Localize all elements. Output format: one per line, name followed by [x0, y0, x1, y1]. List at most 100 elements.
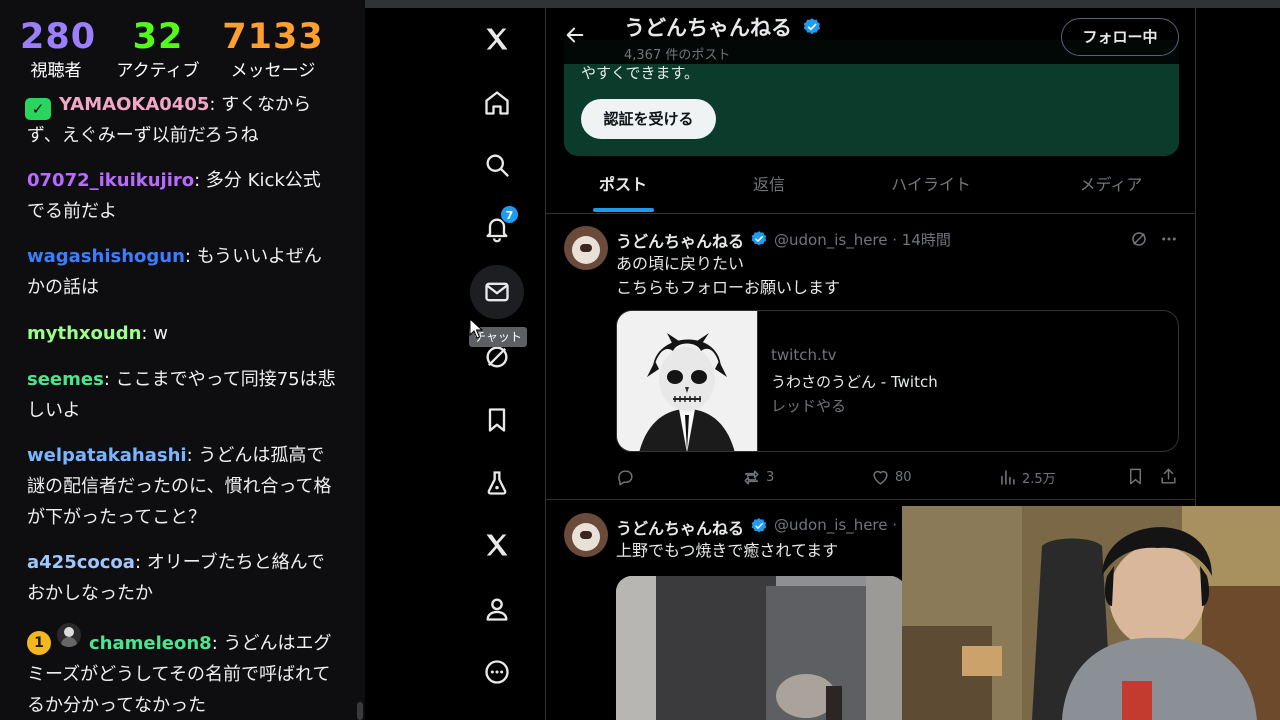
message-count-value: 7133	[222, 17, 324, 57]
chat-message: mythxoudn: w	[27, 318, 337, 349]
viewer-count-label: 視聴者	[30, 61, 82, 81]
chat-message: welpatakahashi: うどんは孤高で謎の配信者だったのに、慣れ合って格…	[27, 440, 337, 533]
tweet-text: あの頃に戻りたい こちらもフォローお願いします	[616, 252, 840, 300]
chat-separator: :	[211, 633, 224, 654]
bookmarks-icon[interactable]	[465, 395, 529, 445]
chat-message: ✓ YAMAOKA0405: すくなからず、えぐみーず以前だろうね	[25, 89, 337, 151]
chat-separator: :	[186, 445, 199, 466]
verified-badge-icon	[751, 518, 767, 533]
tweet[interactable]: うどんちゃんねる @udon_is_here · 14時間 あの頃に戻りたい こ…	[546, 214, 1195, 500]
tweet-line: 上野でもつ焼きで癒されてます	[616, 541, 839, 560]
active-count-label: アクティブ	[116, 61, 200, 81]
verified-badge-icon	[803, 18, 820, 35]
chat-username[interactable]: welpatakahashi	[27, 445, 187, 466]
following-button[interactable]: フォロー中	[1061, 18, 1179, 56]
x-premium-icon[interactable]	[465, 520, 529, 570]
profile-tabs: ポスト 返信 ハイライト メディア	[546, 162, 1195, 214]
chat-username[interactable]: 07072_ikuikujiro	[27, 170, 194, 191]
chat-message: seemes: ここまでやって同接75は悲しいよ	[27, 364, 337, 426]
stream-stats: 280 視聴者 32 アクティブ 7133 メッセージ	[0, 0, 365, 96]
chat-separator: :	[184, 246, 197, 267]
view-count: 2.5万	[1022, 471, 1056, 487]
chat-username[interactable]: YAMAOKA0405	[59, 94, 209, 115]
active-count: 32 アクティブ	[108, 16, 208, 84]
viewer-count: 280 視聴者	[20, 16, 97, 84]
promo-text: やすくできます。	[581, 64, 700, 82]
like-count: 80	[895, 469, 912, 485]
tweet-author-name[interactable]: うどんちゃんねる	[616, 228, 744, 252]
home-icon[interactable]	[465, 78, 529, 128]
chat-separator: :	[103, 369, 116, 390]
gift-badge-icon: 1	[27, 631, 51, 655]
chat-username[interactable]: chameleon8	[89, 633, 212, 654]
bookmark-icon[interactable]	[1126, 467, 1145, 486]
more-options-icon[interactable]	[1159, 230, 1179, 248]
verified-badge-icon	[751, 231, 767, 246]
messages-icon[interactable]	[465, 265, 529, 319]
notifications-icon[interactable]: 7	[465, 204, 529, 254]
profile-header-bar: うどんちゃんねる 4,367 件のポスト フォロー中	[546, 8, 1195, 64]
tweet-line: あの頃に戻りたい	[616, 254, 745, 273]
subscriber-badge-icon: ✓	[25, 98, 51, 120]
stream-chat-panel: 280 視聴者 32 アクティブ 7133 メッセージ ✓ YAMAOKA0405…	[0, 0, 365, 720]
tweet-handle-time[interactable]: @udon_is_here · 14時間	[774, 229, 951, 250]
labs-flask-icon[interactable]	[465, 458, 529, 508]
active-count-value: 32	[132, 17, 184, 57]
get-verified-button[interactable]: 認証を受ける	[581, 99, 716, 139]
chat-separator: :	[141, 323, 154, 344]
message-count-label: メッセージ	[230, 61, 316, 81]
post-count: 4,367 件のポスト	[624, 48, 731, 63]
tweet-handle-time[interactable]: @udon_is_here · 3	[774, 516, 911, 534]
chat-message: wagashishogun: もういいよぜんかの話は	[27, 241, 337, 303]
x-logo-icon[interactable]	[465, 14, 529, 64]
link-title: うわさのうどん - Twitch	[771, 373, 938, 391]
back-arrow-icon[interactable]	[564, 24, 586, 46]
search-icon[interactable]	[465, 140, 529, 190]
avatar[interactable]	[564, 513, 608, 557]
tab-replies[interactable]: 返信	[724, 162, 814, 214]
tab-media[interactable]: メディア	[1066, 162, 1156, 214]
tab-highlights[interactable]: ハイライト	[876, 162, 986, 214]
repost-icon	[744, 469, 759, 485]
like-button[interactable]: 80	[871, 466, 912, 488]
x-sidebar-nav: 7	[465, 0, 529, 720]
link-description: レッドやる	[771, 397, 847, 415]
link-preview-card[interactable]: twitch.tv うわさのうどん - Twitch レッドやる	[616, 310, 1179, 452]
views-chart-icon	[1001, 469, 1015, 485]
chat-username[interactable]: a425cocoa	[27, 552, 135, 573]
views-button[interactable]: 2.5万	[998, 466, 1056, 488]
chat-scrollbar[interactable]	[357, 702, 363, 720]
tweet-text: 上野でもつ焼きで癒されてます	[616, 539, 838, 563]
avatar[interactable]	[564, 226, 608, 270]
viewer-count-value: 280	[20, 17, 97, 57]
reply-icon	[618, 469, 633, 485]
heart-icon	[873, 470, 888, 485]
reply-button[interactable]	[616, 466, 640, 488]
tweet-photo[interactable]	[616, 576, 906, 720]
chat-message: 1 chameleon8: うどんはエグミーズがどうしてその名前で呼ばれてるか分か…	[27, 623, 337, 720]
profile-icon[interactable]	[465, 584, 529, 634]
more-icon[interactable]	[465, 647, 529, 697]
mouse-cursor-icon	[469, 318, 483, 339]
grok-icon[interactable]	[1130, 230, 1148, 248]
tab-posts[interactable]: ポスト	[578, 162, 668, 214]
tweet-author-name[interactable]: うどんちゃんねる	[616, 515, 744, 539]
chat-username[interactable]: mythxoudn	[27, 323, 141, 344]
chat-username[interactable]: seemes	[27, 369, 104, 390]
repost-button[interactable]: 3	[742, 466, 774, 488]
chat-username[interactable]: wagashishogun	[27, 246, 185, 267]
link-domain: twitch.tv	[771, 346, 837, 364]
tweet-line: こちらもフォローお願いします	[616, 278, 841, 297]
active-tab-indicator	[593, 208, 654, 212]
chat-message: a425cocoa: オリーブたちと絡んでおかしなったか	[27, 547, 337, 609]
share-icon[interactable]	[1159, 467, 1178, 486]
message-count: 7133 メッセージ	[222, 16, 324, 84]
notification-badge: 7	[500, 205, 519, 224]
chat-separator: :	[134, 552, 147, 573]
chat-message: 07072_ikuikujiro: 多分 Kick公式でる前だよ	[27, 165, 337, 227]
chat-separator: :	[194, 170, 206, 191]
user-badge-icon	[57, 623, 81, 647]
profile-name: うどんちゃんねる	[624, 16, 792, 40]
streamer-webcam	[902, 506, 1280, 720]
chat-text: w	[153, 323, 168, 344]
